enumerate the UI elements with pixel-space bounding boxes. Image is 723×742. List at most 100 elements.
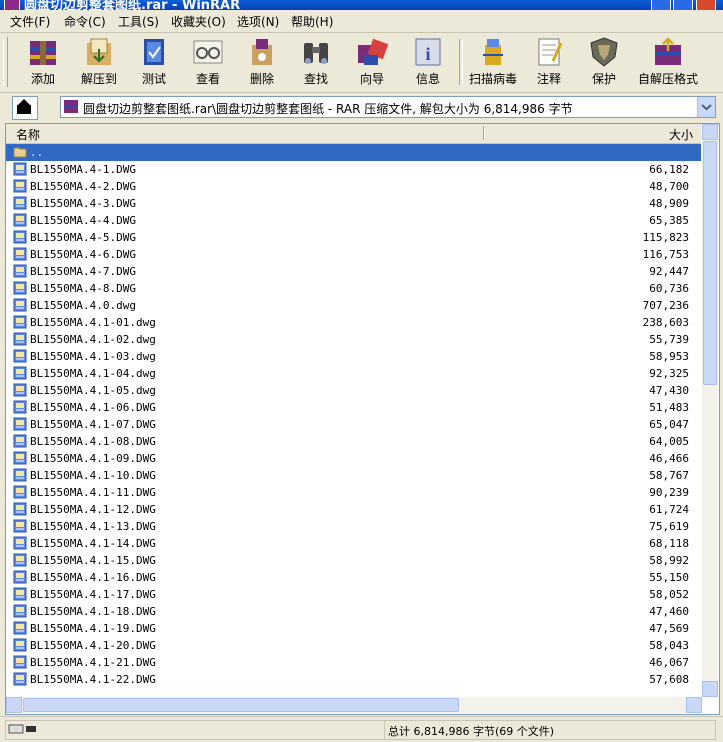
add-button[interactable]: 添加 <box>16 35 70 90</box>
dwg-file-icon <box>13 298 27 312</box>
file-row[interactable]: BL1550MA.4.1-22.DWG 57,608 <box>6 671 701 688</box>
file-name: BL1550MA.4.1-17.DWG <box>30 588 156 601</box>
file-row[interactable]: BL1550MA.4.1-02.dwg 55,739 <box>6 331 701 348</box>
add-archive-icon <box>30 41 56 65</box>
menu-commands[interactable]: 命令(C) <box>64 13 106 30</box>
file-row[interactable]: BL1550MA.4.1-04.dwg 92,325 <box>6 365 701 382</box>
file-name: BL1550MA.4.1-05.dwg <box>30 384 156 397</box>
address-field[interactable]: 圆盘切边剪整套图纸.rar\圆盘切边剪整套图纸 - RAR 压缩文件, 解包大小… <box>60 96 716 118</box>
sfx-archive-icon <box>655 37 681 65</box>
file-row[interactable]: BL1550MA.4.1-07.DWG 65,047 <box>6 416 701 433</box>
file-list[interactable]: 名称 大小 .. BL1550MA.4-1.DWG 66,182 BL1550MA.… <box>5 123 720 715</box>
info-icon: i <box>415 38 441 66</box>
dwg-file-icon <box>13 213 27 227</box>
file-row[interactable]: BL1550MA.4.1-09.DWG 46,466 <box>6 450 701 467</box>
info-button[interactable]: i 信息 <box>402 35 454 90</box>
test-button[interactable]: 测试 <box>128 35 180 90</box>
dwg-file-icon <box>13 383 27 397</box>
menu-favorites[interactable]: 收藏夹(O) <box>171 13 226 30</box>
file-row[interactable]: BL1550MA.4-2.DWG 48,700 <box>6 178 701 195</box>
scan-virus-button[interactable]: 扫描病毒 <box>464 35 522 90</box>
protect-button[interactable]: 保护 <box>580 35 628 90</box>
file-row[interactable]: BL1550MA.4.0.dwg 707,236 <box>6 297 701 314</box>
file-row[interactable]: BL1550MA.4-4.DWG 65,385 <box>6 212 701 229</box>
menu-file[interactable]: 文件(F) <box>10 13 50 30</box>
file-row[interactable]: BL1550MA.4-1.DWG 66,182 <box>6 161 701 178</box>
parent-folder-row[interactable]: .. <box>6 144 701 161</box>
toolbar-grip[interactable] <box>3 37 8 87</box>
scroll-up-button[interactable] <box>702 124 718 140</box>
file-name: BL1550MA.4.1-13.DWG <box>30 520 156 533</box>
file-row[interactable]: BL1550MA.4.1-06.DWG 51,483 <box>6 399 701 416</box>
file-row[interactable]: BL1550MA.4-5.DWG 115,823 <box>6 229 701 246</box>
maximize-button[interactable] <box>673 0 693 10</box>
horizontal-scroll-thumb[interactable] <box>23 698 459 712</box>
extract-to-button[interactable]: 解压到 <box>72 35 126 90</box>
scroll-left-button[interactable] <box>6 697 22 713</box>
file-name: BL1550MA.4.1-19.DWG <box>30 622 156 635</box>
file-row[interactable]: BL1550MA.4-7.DWG 92,447 <box>6 263 701 280</box>
dwg-file-icon <box>13 638 27 652</box>
file-row[interactable]: BL1550MA.4.1-03.dwg 58,953 <box>6 348 701 365</box>
file-row[interactable]: BL1550MA.4.1-01.dwg 238,603 <box>6 314 701 331</box>
menu-tools[interactable]: 工具(S) <box>118 13 159 30</box>
file-name: BL1550MA.4.1-22.DWG <box>30 673 156 686</box>
file-name: BL1550MA.4.1-09.DWG <box>30 452 156 465</box>
file-row[interactable]: BL1550MA.4.1-16.DWG 55,150 <box>6 569 701 586</box>
file-name: BL1550MA.4.1-12.DWG <box>30 503 156 516</box>
drive-icon <box>8 724 36 734</box>
dwg-file-icon <box>13 434 27 448</box>
dwg-file-icon <box>13 196 27 210</box>
column-divider[interactable] <box>483 126 485 140</box>
menu-help[interactable]: 帮助(H) <box>291 13 333 30</box>
file-row[interactable]: BL1550MA.4-3.DWG 48,909 <box>6 195 701 212</box>
up-folder-button[interactable] <box>12 96 38 120</box>
file-name: BL1550MA.4.1-01.dwg <box>30 316 156 329</box>
find-button[interactable]: 查找 <box>290 35 342 90</box>
wizard-button[interactable]: 向导 <box>344 35 400 90</box>
delete-button[interactable]: 删除 <box>236 35 288 90</box>
column-header-name[interactable]: 名称 <box>16 126 40 143</box>
file-row[interactable]: BL1550MA.4-6.DWG 116,753 <box>6 246 701 263</box>
file-row[interactable]: BL1550MA.4.1-15.DWG 58,992 <box>6 552 701 569</box>
file-name: BL1550MA.4-7.DWG <box>30 265 136 278</box>
file-row[interactable]: BL1550MA.4.1-18.DWG 47,460 <box>6 603 701 620</box>
menu-options[interactable]: 选项(N) <box>237 13 279 30</box>
file-name: BL1550MA.4.1-16.DWG <box>30 571 156 584</box>
file-row[interactable]: BL1550MA.4.1-20.DWG 58,043 <box>6 637 701 654</box>
file-row[interactable]: BL1550MA.4.1-13.DWG 75,619 <box>6 518 701 535</box>
file-row[interactable]: BL1550MA.4.1-19.DWG 47,569 <box>6 620 701 637</box>
address-dropdown-button[interactable] <box>697 97 715 117</box>
file-size: 58,953 <box>649 350 689 363</box>
dwg-file-icon <box>13 536 27 550</box>
scroll-right-button[interactable] <box>686 697 702 713</box>
sfx-button[interactable]: 自解压格式 <box>634 35 702 90</box>
status-bar: 总计 6,814,986 字节(69 个文件) <box>0 716 723 742</box>
file-row[interactable]: BL1550MA.4-8.DWG 60,736 <box>6 280 701 297</box>
file-row[interactable]: BL1550MA.4.1-14.DWG 68,118 <box>6 535 701 552</box>
dwg-file-icon <box>13 621 27 635</box>
delete-icon <box>252 39 272 65</box>
scroll-down-button[interactable] <box>702 681 718 697</box>
vertical-scroll-thumb[interactable] <box>703 141 717 385</box>
dwg-file-icon <box>13 162 27 176</box>
column-header-size[interactable]: 大小 <box>669 126 693 143</box>
file-row[interactable]: BL1550MA.4.1-08.DWG 64,005 <box>6 433 701 450</box>
minimize-button[interactable] <box>651 0 671 10</box>
close-button[interactable] <box>696 0 716 10</box>
file-row[interactable]: BL1550MA.4.1-10.DWG 58,767 <box>6 467 701 484</box>
file-row[interactable]: BL1550MA.4.1-21.DWG 46,067 <box>6 654 701 671</box>
file-row[interactable]: BL1550MA.4.1-05.dwg 47,430 <box>6 382 701 399</box>
vertical-scrollbar[interactable] <box>702 124 718 697</box>
file-row[interactable]: BL1550MA.4.1-17.DWG 58,052 <box>6 586 701 603</box>
file-row[interactable]: BL1550MA.4.1-12.DWG 61,724 <box>6 501 701 518</box>
file-name: BL1550MA.4.1-08.DWG <box>30 435 156 448</box>
view-button[interactable]: 查看 <box>182 35 234 90</box>
horizontal-scrollbar[interactable] <box>6 697 702 713</box>
file-size: 47,430 <box>649 384 689 397</box>
file-row[interactable]: BL1550MA.4.1-11.DWG 90,239 <box>6 484 701 501</box>
status-total: 总计 6,814,986 字节(69 个文件) <box>388 725 555 738</box>
dwg-file-icon <box>13 587 27 601</box>
comment-button[interactable]: 注释 <box>526 35 572 90</box>
file-size: 64,005 <box>649 435 689 448</box>
